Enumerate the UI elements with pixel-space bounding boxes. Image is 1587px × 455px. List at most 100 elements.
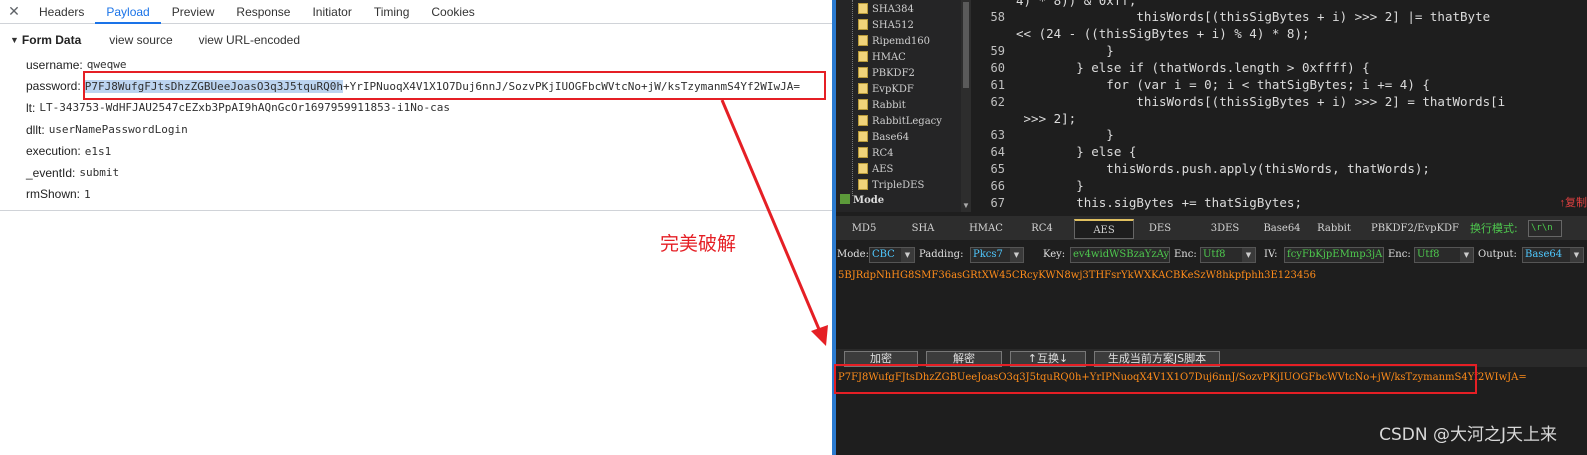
plaintext-input[interactable]: 5BJRdpNhHG8SMF36asGRtXW45CRcyKWN8wj3THFs… [836, 265, 1587, 349]
tree-item[interactable]: Rabbit [858, 98, 906, 114]
algorithm-tree: SHA384 SHA512 Ripemd160 HMAC PBKDF2 EvpK… [836, 0, 961, 212]
tab-cookies[interactable]: Cookies [420, 0, 485, 24]
form-key: password: [26, 79, 81, 94]
form-data-header: ▼ Form Data view source view URL-encoded [0, 30, 832, 50]
tab-aes[interactable]: AES [1074, 219, 1134, 239]
form-value: userNamePasswordLogin [48, 123, 188, 137]
iv-encoding-label: Enc: [1388, 249, 1411, 260]
tab-preview[interactable]: Preview [161, 0, 226, 24]
form-row-execution: execution: e1s1 [0, 140, 832, 162]
form-value: LT-343753-WdHFJAU2547cEZxb3PpAI9hAQnGcOr… [39, 101, 450, 115]
tab-pbkdf2-evpkdf[interactable]: PBKDF2/EvpKDF [1364, 219, 1466, 239]
chevron-down-icon: ▼ [901, 248, 914, 262]
form-key: rmShown: [26, 187, 81, 202]
tab-initiator[interactable]: Initiator [301, 0, 362, 24]
tab-md5[interactable]: MD5 [840, 219, 888, 239]
devtools-tab-bar: ✕ Headers Payload Preview Response Initi… [0, 0, 832, 24]
section-divider [0, 210, 832, 211]
form-row-rmshown: rmShown: 1 [0, 184, 832, 206]
close-icon[interactable]: ✕ [0, 3, 28, 20]
form-value: submit [79, 166, 120, 180]
tree-item[interactable]: RabbitLegacy [858, 114, 942, 130]
code-line: } [1016, 43, 1114, 58]
line-number: 58 [990, 10, 1005, 24]
tree-item[interactable]: AES [858, 162, 893, 178]
copy-button[interactable]: ↑复制 [1560, 194, 1587, 210]
tab-rabbit[interactable]: Rabbit [1310, 219, 1358, 239]
tree-item[interactable]: SHA512 [858, 18, 914, 34]
tree-item[interactable]: SHA384 [858, 2, 914, 18]
annotation-caption: 完美破解 [660, 233, 737, 255]
code-line: thisWords[(thisSigBytes + i) >>> 2] |= t… [1016, 9, 1491, 24]
tree-item[interactable]: Ripemd160 [858, 34, 930, 50]
form-data-section: ▼ Form Data view source view URL-encoded… [0, 30, 832, 205]
form-key: username: [26, 57, 83, 72]
scroll-down-icon[interactable]: ▼ [962, 201, 970, 210]
tab-base64[interactable]: Base64 [1260, 219, 1304, 239]
code-line: } [1016, 127, 1114, 142]
line-number: 61 [990, 78, 1005, 92]
form-key: lt: [26, 100, 36, 115]
form-key: execution: [26, 144, 81, 159]
tree-item[interactable]: PBKDF2 [858, 66, 915, 82]
mode-select[interactable]: CBC ▼ [869, 247, 915, 263]
tab-response[interactable]: Response [225, 0, 301, 24]
chevron-down-icon: ▼ [1242, 248, 1255, 262]
iv-input[interactable]: fcyFbKjpEMmp3jAH [1284, 247, 1384, 263]
tab-hmac[interactable]: HMAC [958, 219, 1014, 239]
view-source-link[interactable]: view source [109, 33, 172, 47]
tree-item[interactable]: EvpKDF [858, 82, 914, 98]
tree-item[interactable]: Base64 [858, 130, 909, 146]
scrollbar-thumb[interactable] [963, 2, 969, 88]
tree-item[interactable]: RC4 [858, 146, 894, 162]
key-encoding-select[interactable]: Utf8 ▼ [1200, 247, 1256, 263]
code-line: << (24 - ((thisSigBytes + i) % 4) * 8); [1016, 26, 1310, 41]
code-line: } [1016, 178, 1084, 193]
tab-timing[interactable]: Timing [363, 0, 421, 24]
tab-payload[interactable]: Payload [95, 0, 161, 24]
line-number: 64 [990, 145, 1005, 159]
code-line: >>> 2]; [1016, 111, 1077, 126]
tab-des[interactable]: DES [1138, 219, 1182, 239]
form-data-title[interactable]: Form Data [22, 33, 81, 47]
form-key: _eventId: [26, 165, 76, 180]
line-number: 66 [990, 179, 1005, 193]
form-row-dllt: dllt: userNamePasswordLogin [0, 119, 832, 141]
tab-3des[interactable]: 3DES [1194, 219, 1256, 239]
padding-select[interactable]: Pkcs7 ▼ [970, 247, 1024, 263]
code-editor[interactable]: 58 59 60 61 62 63 64 65 66 67 4) * 8)) &… [971, 0, 1587, 212]
code-line: thisWords[(thisSigBytes + i) >>> 2] = th… [1016, 94, 1506, 109]
code-line: } else if (thatWords.length > 0xffff) { [1016, 60, 1370, 75]
script-icon [858, 99, 868, 110]
line-break-mode-select[interactable]: \r\n [1528, 220, 1562, 237]
expand-triangle-icon[interactable]: ▼ [10, 35, 19, 45]
key-input[interactable]: ev4widWSBzaYzAyo [1070, 247, 1170, 263]
script-icon [858, 35, 868, 46]
csdn-watermark: CSDN @大河之J天上来 [1379, 425, 1557, 445]
script-icon [858, 115, 868, 126]
line-number: 63 [990, 128, 1005, 142]
highlight-box-password [83, 71, 826, 100]
script-icon [858, 179, 868, 190]
script-icon [858, 131, 868, 142]
chevron-down-icon: ▼ [1570, 248, 1583, 262]
tree-item[interactable]: TripleDES [858, 178, 924, 194]
code-line: this.sigBytes += thatSigBytes; [1016, 195, 1302, 210]
key-label: Key: [1043, 249, 1066, 260]
tree-item[interactable]: HMAC [858, 50, 906, 66]
output-format-select[interactable]: Base64 ▼ [1522, 247, 1584, 263]
tab-headers[interactable]: Headers [28, 0, 95, 24]
script-icon [858, 51, 868, 62]
iv-encoding-select[interactable]: Utf8 ▼ [1414, 247, 1474, 263]
form-row-eventid: _eventId: submit [0, 162, 832, 184]
tree-scrollbar[interactable]: ▼ [961, 0, 971, 212]
view-url-encoded-link[interactable]: view URL-encoded [199, 33, 300, 47]
form-value: qweqwe [86, 58, 127, 72]
tab-rc4[interactable]: RC4 [1018, 219, 1066, 239]
tab-sha[interactable]: SHA [896, 219, 950, 239]
form-value: 1 [84, 187, 91, 201]
tree-folder-mode[interactable]: Mode [840, 194, 884, 208]
script-icon [858, 147, 868, 158]
form-row-lt: lt: LT-343753-WdHFJAU2547cEZxb3PpAI9hAQn… [0, 97, 832, 119]
code-line: for (var i = 0; i < thatSigBytes; i += 4… [1016, 77, 1430, 92]
